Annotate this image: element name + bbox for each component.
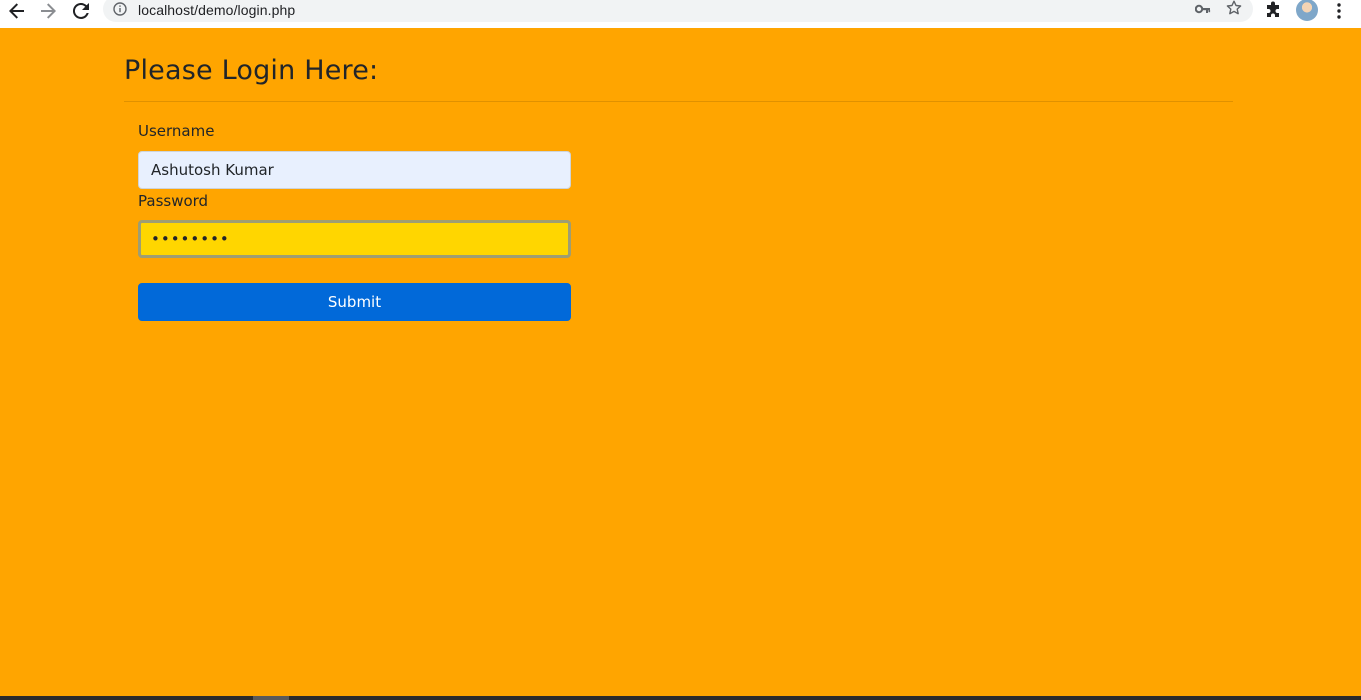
arrow-right-icon [41,3,56,19]
browser-toolbar: localhost/demo/login.php [0,0,1361,28]
star-icon[interactable] [1226,0,1242,16]
password-field[interactable] [138,220,571,258]
back-button[interactable] [3,0,31,22]
username-field[interactable] [138,151,571,189]
reload-icon [73,3,89,19]
vertical-dots-icon[interactable] [1332,2,1346,20]
password-label: Password [138,192,209,210]
forward-button[interactable] [34,0,62,22]
puzzle-icon[interactable] [1265,1,1283,19]
key-icon[interactable] [1195,2,1211,16]
taskbar-strip [0,696,1361,700]
username-label: Username [138,122,215,140]
page-content: Please Login Here: Username Password Sub… [0,28,1361,696]
submit-button[interactable]: Submit [138,283,571,321]
profile-avatar[interactable] [1296,0,1318,21]
address-bar[interactable]: localhost/demo/login.php [103,0,1253,22]
taskbar-segment [253,696,289,700]
info-icon[interactable] [113,2,127,16]
divider [124,101,1233,102]
page-title: Please Login Here: [124,55,379,86]
address-url[interactable]: localhost/demo/login.php [138,2,295,18]
reload-button[interactable] [67,0,95,22]
arrow-left-icon [9,3,24,19]
